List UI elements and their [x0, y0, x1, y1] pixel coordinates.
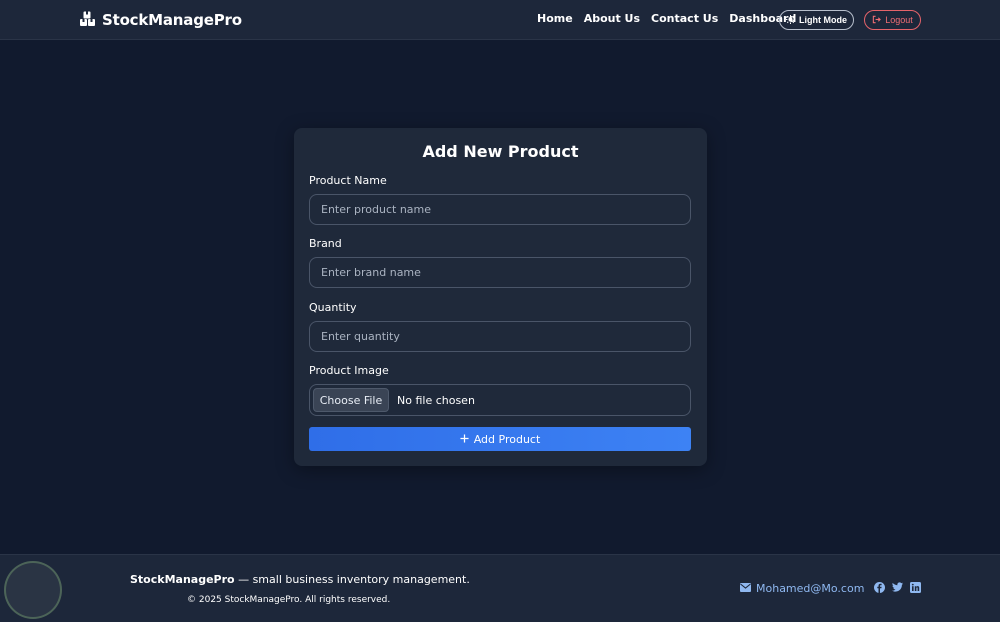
plus-icon — [460, 433, 469, 446]
light-mode-button[interactable]: Light Mode — [779, 10, 854, 30]
add-product-label: Add Product — [473, 432, 541, 446]
logout-button[interactable]: Logout — [864, 10, 921, 30]
footer-tagline: StockManagePro — small business inventor… — [130, 573, 470, 586]
quantity-input[interactable] — [309, 321, 691, 352]
envelope-icon — [740, 582, 751, 595]
logout-icon — [872, 15, 882, 26]
footer-tagline-text: — small business inventory management. — [234, 573, 470, 586]
file-status-text: No file chosen — [397, 393, 475, 407]
brand-name: StockManagePro — [102, 11, 242, 29]
light-mode-label: Light Mode — [799, 15, 847, 25]
product-name-input[interactable] — [309, 194, 691, 225]
footer-email-text: Mohamed@Mo.com — [756, 582, 865, 595]
form-title: Add New Product — [422, 142, 579, 161]
logout-label: Logout — [885, 15, 913, 25]
quantity-label: Quantity — [309, 301, 357, 314]
social-links — [874, 582, 921, 593]
top-navbar: StockManagePro Home About Us Contact Us … — [0, 0, 1000, 40]
product-image-label: Product Image — [309, 364, 389, 377]
sun-icon — [786, 14, 795, 26]
main-nav: Home About Us Contact Us Dashboard — [537, 12, 796, 28]
product-name-label: Product Name — [309, 174, 387, 187]
footer-brand: StockManagePro — [130, 573, 235, 586]
choose-file-button[interactable]: Choose File — [313, 388, 389, 412]
page-footer: StockManagePro — small business inventor… — [0, 554, 1000, 622]
brand-logo[interactable]: StockManagePro — [79, 10, 242, 30]
twitter-icon[interactable] — [892, 582, 903, 593]
corner-watermark-badge — [4, 561, 62, 619]
boxes-icon — [79, 10, 96, 31]
nav-link-contact[interactable]: Contact Us — [651, 12, 718, 28]
nav-link-home[interactable]: Home — [537, 12, 573, 28]
brand-label: Brand — [309, 237, 342, 250]
nav-link-about[interactable]: About Us — [584, 12, 640, 28]
add-product-card: Add New Product Product Name Brand Quant… — [294, 128, 707, 466]
facebook-icon[interactable] — [874, 582, 885, 593]
brand-input[interactable] — [309, 257, 691, 288]
linkedin-icon[interactable] — [910, 582, 921, 593]
product-image-file-input[interactable]: Choose File No file chosen — [309, 384, 691, 416]
add-product-button[interactable]: Add Product — [309, 427, 691, 451]
footer-email-link[interactable]: Mohamed@Mo.com — [740, 582, 864, 595]
footer-copyright: © 2025 StockManagePro. All rights reserv… — [187, 595, 391, 605]
